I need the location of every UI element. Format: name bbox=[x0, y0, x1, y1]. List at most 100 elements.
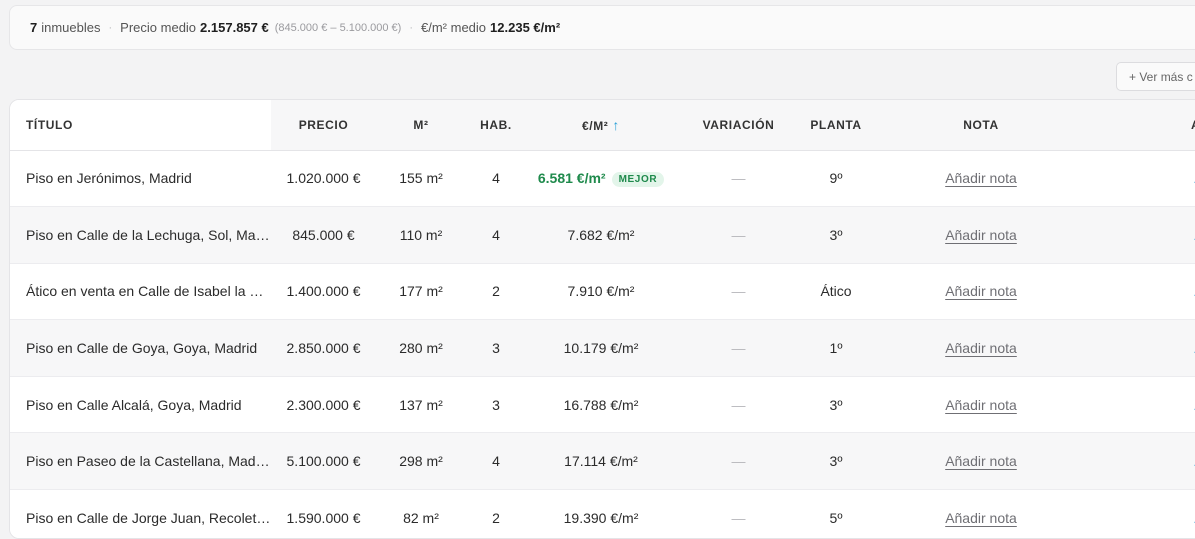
eur-m2-value: 7.910 €/m² bbox=[567, 283, 635, 300]
add-note-link[interactable]: Añadir nota bbox=[945, 283, 1017, 299]
header-floor[interactable]: Planta bbox=[801, 100, 871, 151]
price-range: (845.000 € – 5.100.000 €) bbox=[274, 21, 402, 34]
cell-price: 5.100.000 € bbox=[271, 432, 376, 491]
summary-bar: 7 inmuebles · Precio medio 2.157.857 € (… bbox=[9, 5, 1195, 50]
cell-actions: Abrir anuncio bbox=[1091, 319, 1195, 377]
eur-m2-value: 19.390 €/m² bbox=[563, 509, 639, 526]
cell-floor: 3º bbox=[801, 432, 871, 491]
cell-actions: Abrir anuncio bbox=[1091, 150, 1195, 208]
cell-rooms: 4 bbox=[466, 150, 526, 208]
cell-variation: — bbox=[676, 319, 801, 377]
cell-rooms: 2 bbox=[466, 263, 526, 321]
cell-eur-m2: 10.179 €/m² bbox=[526, 319, 676, 377]
show-more-columns-button[interactable]: + Ver más c bbox=[1116, 62, 1195, 91]
cell-variation: — bbox=[676, 206, 801, 264]
cell-floor: 5º bbox=[801, 489, 871, 538]
cell-price: 2.850.000 € bbox=[271, 319, 376, 377]
table-row: Piso en Calle Alcalá, Goya, Madrid 2.300.… bbox=[10, 376, 1195, 434]
cell-price: 2.300.000 € bbox=[271, 376, 376, 434]
cell-actions: Abrir anuncio bbox=[1091, 376, 1195, 434]
best-badge: MEJOR bbox=[611, 171, 665, 187]
eur-m2-value: 7.682 €/m² bbox=[567, 226, 635, 243]
eur-m2-value: 10.179 €/m² bbox=[563, 340, 639, 357]
header-variation[interactable]: Variación bbox=[676, 100, 801, 151]
cell-m2: 280 m² bbox=[376, 319, 466, 377]
cell-title: Piso en Paseo de la Castellana, Madrid bbox=[10, 432, 271, 491]
add-note-link[interactable]: Añadir nota bbox=[945, 510, 1017, 526]
table-header-row: Título Precio M² Hab. €/M² ↑ Variación Pl… bbox=[10, 100, 1195, 151]
cell-title: Piso en Calle de Jorge Juan, Recoletos, … bbox=[10, 489, 271, 538]
add-note-link[interactable]: Añadir nota bbox=[945, 227, 1017, 243]
header-title[interactable]: Título bbox=[10, 100, 271, 151]
cell-variation: — bbox=[676, 263, 801, 321]
cell-rooms: 4 bbox=[466, 432, 526, 491]
table-row: Piso en Calle de la Lechuga, Sol, Madrid… bbox=[10, 206, 1195, 264]
table-row: Piso en Calle de Goya, Goya, Madrid 2.850… bbox=[10, 319, 1195, 377]
cell-actions: Abrir anuncio bbox=[1091, 263, 1195, 321]
avg-price-label: Precio medio bbox=[120, 20, 197, 35]
eur-m2-value: 16.788 €/m² bbox=[563, 396, 639, 413]
add-note-link[interactable]: Añadir nota bbox=[945, 397, 1017, 413]
best-eur-m2-value: 6.581 €/m² bbox=[537, 169, 606, 186]
avg-sqm-value: 12.235 €/m² bbox=[490, 20, 561, 35]
cell-price: 845.000 € bbox=[271, 206, 376, 264]
cell-variation: — bbox=[676, 376, 801, 434]
cell-m2: 298 m² bbox=[376, 432, 466, 491]
cell-title: Ático en venta en Calle de Isabel la Cat… bbox=[10, 263, 271, 321]
table-row: Ático en venta en Calle de Isabel la Cat… bbox=[10, 263, 1195, 321]
cell-eur-m2: 7.682 €/m² bbox=[526, 206, 676, 264]
cell-title: Piso en Calle de la Lechuga, Sol, Madrid bbox=[10, 206, 271, 264]
table-row: Piso en Jerónimos, Madrid 1.020.000 €155 … bbox=[10, 150, 1195, 208]
cell-m2: 110 m² bbox=[376, 206, 466, 264]
header-eur-m2-label: €/M² bbox=[581, 118, 609, 133]
cell-actions: Abrir anuncio bbox=[1091, 432, 1195, 491]
listing-count: 7 bbox=[30, 20, 38, 35]
cell-price: 1.020.000 € bbox=[271, 150, 376, 208]
header-price[interactable]: Precio bbox=[271, 100, 376, 151]
cell-eur-m2: 7.910 €/m² bbox=[526, 263, 676, 321]
cell-floor: 1º bbox=[801, 319, 871, 377]
avg-sqm-label: €/m² medio bbox=[421, 20, 487, 35]
cell-floor: 3º bbox=[801, 376, 871, 434]
cell-title: Piso en Calle Alcalá, Goya, Madrid bbox=[10, 376, 271, 434]
cell-m2: 177 m² bbox=[376, 263, 466, 321]
cell-rooms: 4 bbox=[466, 206, 526, 264]
summary-separator: · bbox=[108, 21, 113, 34]
cell-rooms: 3 bbox=[466, 319, 526, 377]
cell-price: 1.400.000 € bbox=[271, 263, 376, 321]
cell-variation: — bbox=[676, 432, 801, 491]
header-m2[interactable]: M² bbox=[376, 100, 466, 151]
cell-note: Añadir nota bbox=[871, 206, 1091, 264]
table-row: Piso en Calle de Jorge Juan, Recoletos, … bbox=[10, 489, 1195, 538]
avg-price-value: 2.157.857 € bbox=[200, 20, 269, 35]
cell-eur-m2: 6.581 €/m² MEJOR bbox=[526, 150, 676, 208]
cell-note: Añadir nota bbox=[871, 319, 1091, 377]
cell-title: Piso en Calle de Goya, Goya, Madrid bbox=[10, 319, 271, 377]
cell-title: Piso en Jerónimos, Madrid bbox=[10, 150, 271, 208]
listing-count-label: inmuebles bbox=[41, 20, 101, 35]
eur-m2-value: 17.114 €/m² bbox=[564, 453, 638, 470]
cell-eur-m2: 19.390 €/m² bbox=[526, 489, 676, 538]
cell-rooms: 3 bbox=[466, 376, 526, 434]
cell-actions: Abrir anuncio bbox=[1091, 206, 1195, 264]
cell-m2: 137 m² bbox=[376, 376, 466, 434]
add-note-link[interactable]: Añadir nota bbox=[945, 453, 1017, 469]
listings-table: Título Precio M² Hab. €/M² ↑ Variación Pl… bbox=[9, 99, 1195, 539]
add-note-link[interactable]: Añadir nota bbox=[945, 340, 1017, 356]
cell-actions: Abrir anuncio bbox=[1091, 489, 1195, 538]
cell-price: 1.590.000 € bbox=[271, 489, 376, 538]
cell-floor: Ático bbox=[801, 263, 871, 321]
cell-eur-m2: 16.788 €/m² bbox=[526, 376, 676, 434]
table-row: Piso en Paseo de la Castellana, Madrid 5.… bbox=[10, 432, 1195, 491]
cell-floor: 3º bbox=[801, 206, 871, 264]
header-rooms[interactable]: Hab. bbox=[466, 100, 526, 151]
cell-note: Añadir nota bbox=[871, 489, 1091, 538]
cell-m2: 155 m² bbox=[376, 150, 466, 208]
header-eur-m2[interactable]: €/M² ↑ bbox=[526, 100, 676, 151]
sort-ascending-icon: ↑ bbox=[612, 116, 620, 133]
add-note-link[interactable]: Añadir nota bbox=[945, 170, 1017, 186]
cell-rooms: 2 bbox=[466, 489, 526, 538]
header-actions: Acciones bbox=[1091, 100, 1195, 151]
header-note: Nota bbox=[871, 100, 1091, 151]
cell-note: Añadir nota bbox=[871, 432, 1091, 491]
